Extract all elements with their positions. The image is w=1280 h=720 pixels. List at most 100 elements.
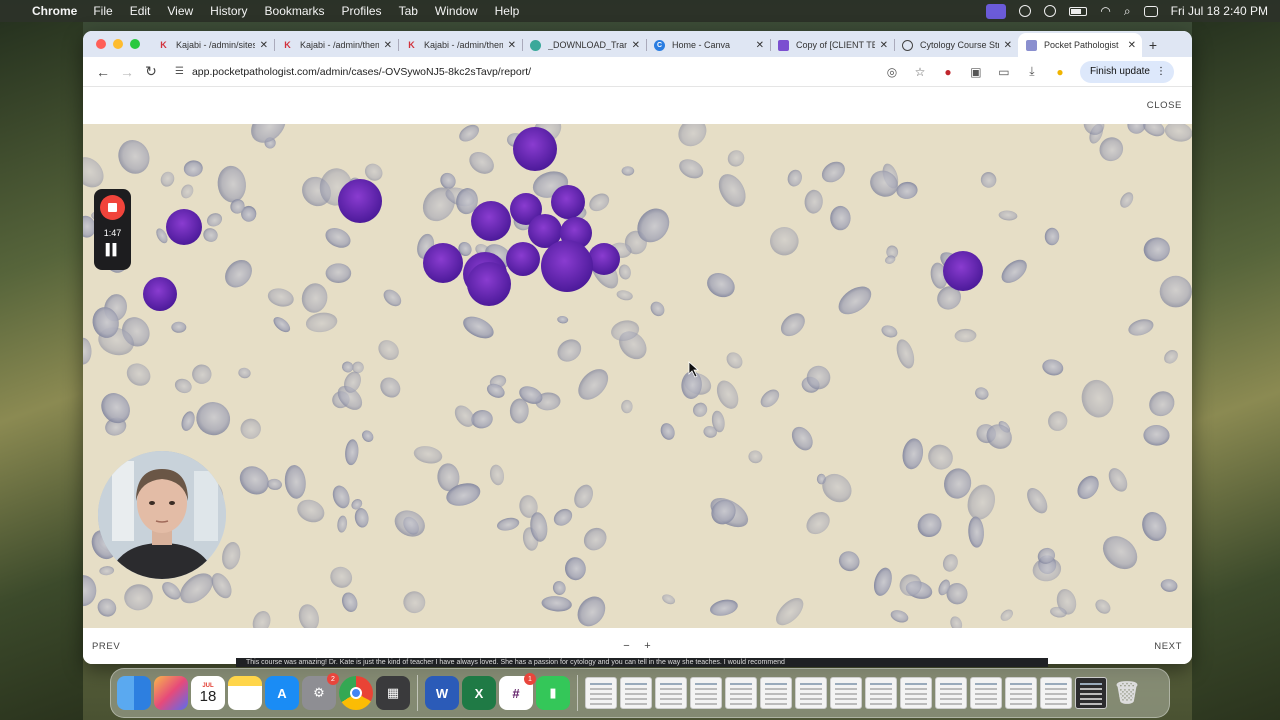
browser-tab[interactable]: K Kajabi - /admin/theme ✕ xyxy=(398,33,522,57)
window-controls xyxy=(83,39,150,57)
recent-document-icon[interactable] xyxy=(1040,677,1072,709)
tab-close-icon[interactable]: ✕ xyxy=(632,40,640,51)
spotlight-search-icon[interactable]: ⌕ xyxy=(1124,4,1131,19)
recent-document-icon[interactable] xyxy=(970,677,1002,709)
tab-close-icon[interactable]: ✕ xyxy=(508,40,516,51)
white-blood-cell xyxy=(513,127,557,171)
site-info-icon[interactable]: ☰ xyxy=(175,66,184,77)
screen-recording-icon[interactable] xyxy=(986,3,1007,19)
creative-cloud-icon[interactable] xyxy=(1044,5,1057,17)
menu-window[interactable]: Window xyxy=(435,4,478,18)
browser-tab[interactable]: K Kajabi - /admin/theme ✕ xyxy=(274,33,398,57)
finish-update-label: Finish update xyxy=(1089,66,1150,77)
next-button[interactable]: NEXT xyxy=(1154,641,1182,652)
menu-view[interactable]: View xyxy=(167,4,193,18)
browser-tab[interactable]: Cytology Course Stra ✕ xyxy=(894,33,1018,57)
tab-close-icon[interactable]: ✕ xyxy=(1128,40,1136,51)
screen-recorder-widget: 1:47 ▌▌ xyxy=(94,189,131,270)
chrome-icon[interactable] xyxy=(339,676,373,710)
new-tab-button[interactable]: + xyxy=(1142,33,1164,57)
presenter-avatar xyxy=(98,451,226,579)
browser-tab-active[interactable]: Pocket Pathologist ✕ xyxy=(1018,33,1142,57)
recent-document-icon[interactable] xyxy=(1005,677,1037,709)
desktop-wallpaper-right xyxy=(1192,22,1280,720)
notes-icon[interactable] xyxy=(228,676,262,710)
extension-ladybug-icon[interactable]: ● xyxy=(940,64,956,80)
menu-bookmarks[interactable]: Bookmarks xyxy=(265,4,325,18)
tab-close-icon[interactable]: ✕ xyxy=(1004,40,1012,51)
reload-button[interactable]: ↻ xyxy=(139,60,163,84)
menu-profiles[interactable]: Profiles xyxy=(342,4,382,18)
recent-document-icon[interactable] xyxy=(585,677,617,709)
download-icon[interactable]: ⤓ xyxy=(1024,64,1040,80)
calculator-icon[interactable]: ▦ xyxy=(376,676,410,710)
menu-history[interactable]: History xyxy=(210,4,247,18)
bookmark-star-icon[interactable]: ☆ xyxy=(912,64,928,80)
viewer-topbar: CLOSE xyxy=(83,87,1192,124)
recent-document-icon[interactable] xyxy=(620,677,652,709)
finder-icon[interactable] xyxy=(117,676,151,710)
wifi-icon[interactable]: ◠ xyxy=(1100,4,1110,18)
tab-close-icon[interactable]: ✕ xyxy=(880,40,888,51)
menu-help[interactable]: Help xyxy=(495,4,520,18)
trash-icon[interactable]: 🗑 xyxy=(1110,676,1144,710)
menu-app-name[interactable]: Chrome xyxy=(32,4,77,18)
recent-document-icon[interactable] xyxy=(760,677,792,709)
browser-tab[interactable]: Copy of [CLIENT TEM ✕ xyxy=(770,33,894,57)
forward-button[interactable]: → xyxy=(115,60,139,84)
address-bar[interactable]: ☰ app.pocketpathologist.com/admin/cases/… xyxy=(169,59,878,84)
recent-document-icon[interactable] xyxy=(725,677,757,709)
calendar-day: 18 xyxy=(199,687,217,705)
battery-icon[interactable] xyxy=(1069,6,1088,16)
tab-close-icon[interactable]: ✕ xyxy=(756,40,764,51)
menu-file[interactable]: File xyxy=(93,4,112,18)
prev-button[interactable]: PREV xyxy=(92,641,120,652)
stop-recording-button[interactable] xyxy=(100,195,125,220)
recent-document-icon[interactable] xyxy=(795,677,827,709)
browser-tab[interactable]: K Kajabi - /admin/sites/ ✕ xyxy=(150,33,274,57)
window-close-button[interactable] xyxy=(96,39,106,49)
tab-close-icon[interactable]: ✕ xyxy=(260,40,268,51)
recent-document-icon[interactable] xyxy=(655,677,687,709)
webcam-bubble[interactable] xyxy=(98,451,226,579)
chrome-window: K Kajabi - /admin/sites/ ✕ K Kajabi - /a… xyxy=(83,31,1192,664)
recent-document-icon[interactable] xyxy=(690,677,722,709)
browser-tab[interactable]: _DOWNLOAD_Transf ✕ xyxy=(522,33,646,57)
tab-search-icon[interactable]: ▭ xyxy=(996,64,1012,80)
tab-close-icon[interactable]: ✕ xyxy=(384,40,392,51)
recent-document-icon[interactable] xyxy=(1075,677,1107,709)
app-store-icon[interactable]: A xyxy=(265,676,299,710)
pause-recording-button[interactable]: ▌▌ xyxy=(106,244,121,256)
zoom-out-button[interactable]: − xyxy=(623,640,630,652)
url-text[interactable]: app.pocketpathologist.com/admin/cases/-O… xyxy=(192,66,531,78)
recent-document-icon[interactable] xyxy=(935,677,967,709)
microscopy-image[interactable] xyxy=(83,124,1192,628)
finish-update-button[interactable]: Finish update ⋮ xyxy=(1079,60,1174,83)
numbers-icon[interactable]: ▮ xyxy=(536,676,570,710)
word-icon[interactable]: W xyxy=(425,676,459,710)
menu-tab[interactable]: Tab xyxy=(399,4,418,18)
extensions-puzzle-icon[interactable]: ▣ xyxy=(968,64,984,80)
mac-menu-bar: Chrome File Edit View History Bookmarks … xyxy=(0,0,1280,22)
back-button[interactable]: ← xyxy=(91,60,115,84)
recent-document-icon[interactable] xyxy=(830,677,862,709)
zoom-in-button[interactable]: + xyxy=(644,640,651,652)
calendar-icon[interactable]: JUL 18 xyxy=(191,676,225,710)
eye-slash-icon[interactable]: ◎ xyxy=(884,64,900,80)
menu-edit[interactable]: Edit xyxy=(130,4,151,18)
close-button[interactable]: CLOSE xyxy=(1147,100,1182,111)
window-minimize-button[interactable] xyxy=(113,39,123,49)
system-settings-icon[interactable]: ⚙ 2 xyxy=(302,673,339,710)
control-center-icon[interactable] xyxy=(1143,5,1158,17)
recent-document-icon[interactable] xyxy=(865,677,897,709)
launchpad-icon[interactable] xyxy=(154,676,188,710)
camera-status-icon[interactable] xyxy=(1019,5,1032,17)
recent-document-icon[interactable] xyxy=(900,677,932,709)
browser-tab[interactable]: C Home - Canva ✕ xyxy=(646,33,770,57)
window-maximize-button[interactable] xyxy=(130,39,140,49)
excel-icon[interactable]: X xyxy=(462,676,496,710)
menu-clock[interactable]: Fri Jul 18 2:40 PM xyxy=(1171,4,1268,18)
profile-avatar-icon[interactable]: ● xyxy=(1052,64,1068,80)
dock-separator xyxy=(577,675,578,711)
slack-icon[interactable]: #1 xyxy=(499,673,536,710)
